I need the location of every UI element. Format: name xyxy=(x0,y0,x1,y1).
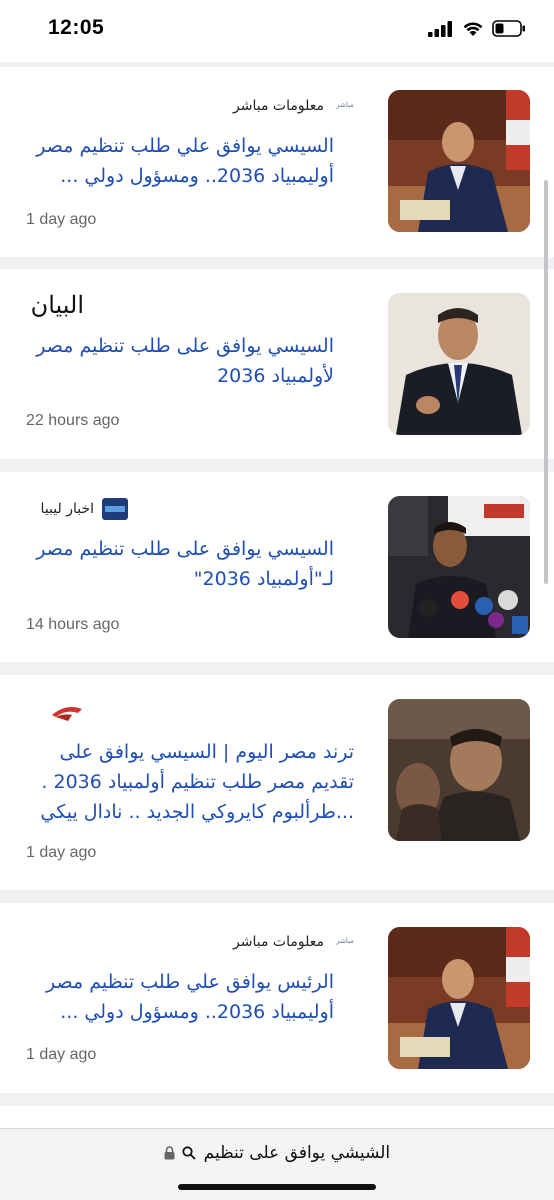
news-card[interactable]: مباشر معلومات مباشر السيسي يوافق علي طلب… xyxy=(0,67,554,257)
headline-line: لـ"أولمبياد 2036" xyxy=(193,568,334,590)
headline-line: تقديم مصر طلب تنظيم أولمبياد 2036 . xyxy=(41,771,354,793)
card-thumbnail[interactable] xyxy=(388,927,530,1069)
card-headline[interactable]: الرئيس يوافق علي طلب تنظيم مصر أوليمبياد… xyxy=(24,967,334,1027)
headline-line: السيسي يوافق علي طلب تنظيم مصر xyxy=(36,135,334,157)
card-headline[interactable]: السيسي يوافق على طلب تنظيم مصر لـ"أولمبي… xyxy=(24,534,334,594)
card-thumbnail[interactable] xyxy=(388,496,530,638)
url-field[interactable]: الشيشي يوافق على تنظيم xyxy=(0,1143,554,1163)
headline-line: لأولمبياد 2036 xyxy=(217,365,334,387)
address-query: الشيشي يوافق على تنظيم xyxy=(203,1143,391,1163)
card-source: مباشر معلومات مباشر xyxy=(233,95,358,117)
card-time: 1 day ago xyxy=(26,1046,97,1063)
card-source: مباشر معلومات مباشر xyxy=(233,931,358,953)
source-logo: مباشر xyxy=(332,931,358,953)
card-source: البيان xyxy=(31,291,84,319)
status-time: 12:05 xyxy=(48,16,105,39)
news-card[interactable]: البيان السيسي يوافق على طلب تنظيم مصر لأ… xyxy=(0,269,554,459)
headline-line: أوليمبياد 2036.. ومسؤول دولي ... xyxy=(60,1001,334,1023)
card-source xyxy=(50,701,84,723)
card-headline[interactable]: ترند مصر اليوم | السيسي يوافق على تقديم … xyxy=(24,737,354,827)
svg-text:مباشر: مباشر xyxy=(335,937,354,945)
home-indicator[interactable] xyxy=(178,1184,376,1190)
address-bar[interactable]: الشيشي يوافق على تنظيم xyxy=(0,1128,554,1200)
headline-line: الرئيس يوافق علي طلب تنظيم مصر xyxy=(46,971,334,993)
scroll-indicator[interactable] xyxy=(544,180,548,584)
headline-line: ترند مصر اليوم | السيسي يوافق على xyxy=(59,741,355,763)
source-name: معلومات مباشر xyxy=(233,98,324,114)
source-logo: مباشر xyxy=(332,95,358,117)
headline-line: ...طرألبوم كايروكي الجديد .. نادال ييكي xyxy=(40,801,354,823)
news-card[interactable]: مباشر معلومات مباشر الرئيس يوافق علي طلب… xyxy=(0,903,554,1093)
headline-line: السيسي يوافق على طلب تنظيم مصر xyxy=(36,335,334,357)
card-headline[interactable]: السيسي يوافق علي طلب تنظيم مصر أوليمبياد… xyxy=(24,131,334,191)
svg-text:مباشر: مباشر xyxy=(335,101,354,109)
source-logo xyxy=(50,701,84,723)
card-time: 1 day ago xyxy=(26,211,97,228)
battery-icon xyxy=(492,20,525,37)
card-time: 14 hours ago xyxy=(26,616,120,633)
source-name: البيان xyxy=(30,291,84,319)
card-thumbnail[interactable] xyxy=(388,293,530,435)
lock-icon xyxy=(164,1146,175,1160)
status-bar: 12:05 xyxy=(0,0,554,62)
news-card[interactable]: اخبار ليبيا السيسي يوافق على طلب تنظيم م… xyxy=(0,472,554,662)
card-headline[interactable]: السيسي يوافق على طلب تنظيم مصر لأولمبياد… xyxy=(24,331,334,391)
source-logo xyxy=(102,498,128,520)
headline-line: السيسي يوافق على طلب تنظيم مصر xyxy=(36,538,334,560)
card-source: اخبار ليبيا xyxy=(41,498,128,520)
source-name: اخبار ليبيا xyxy=(40,501,94,517)
card-time: 22 hours ago xyxy=(26,412,120,429)
status-icons xyxy=(428,20,526,37)
headline-line: أوليمبياد 2036.. ومسؤول دولي ... xyxy=(60,165,334,187)
search-icon xyxy=(182,1146,196,1160)
card-time: 1 day ago xyxy=(26,844,97,861)
source-name: معلومات مباشر xyxy=(233,934,324,950)
card-thumbnail[interactable] xyxy=(388,699,530,841)
card-thumbnail[interactable] xyxy=(388,90,530,232)
cellular-signal-icon xyxy=(428,20,452,37)
wifi-icon xyxy=(463,22,483,36)
news-card[interactable]: ترند مصر اليوم | السيسي يوافق على تقديم … xyxy=(0,675,554,890)
